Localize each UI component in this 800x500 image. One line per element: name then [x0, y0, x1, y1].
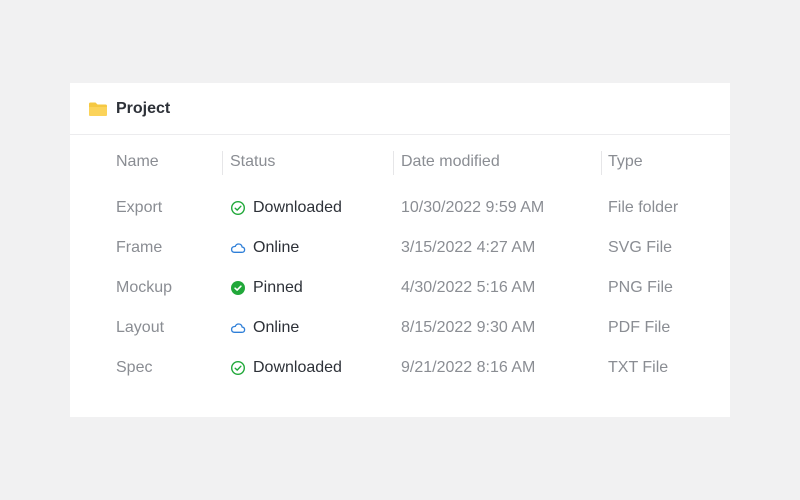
- file-name: Export: [116, 199, 163, 216]
- file-status: Downloaded: [230, 188, 342, 228]
- column-divider[interactable]: [393, 151, 394, 175]
- column-header-status[interactable]: Status: [230, 136, 275, 188]
- table-header-row: Name Status Date modified Type: [70, 136, 730, 188]
- status-label: Downloaded: [253, 359, 342, 376]
- panel-header: Project: [70, 83, 730, 135]
- column-divider[interactable]: [222, 151, 223, 175]
- panel-title: Project: [116, 99, 171, 117]
- check-circle-outline-icon: [230, 360, 246, 376]
- table-row[interactable]: Export Downloaded 10/30/2022 9:59 AM Fil…: [70, 188, 730, 228]
- file-name: Frame: [116, 239, 163, 256]
- date-modified: 3/15/2022 4:27 AM: [401, 239, 536, 256]
- cloud-icon: [230, 240, 246, 256]
- file-status: Downloaded: [230, 348, 342, 388]
- date-modified: 8/15/2022 9:30 AM: [401, 319, 536, 336]
- check-circle-filled-icon: [230, 280, 246, 296]
- column-header-date-modified[interactable]: Date modified: [401, 136, 500, 188]
- column-divider[interactable]: [601, 151, 602, 175]
- cloud-icon: [230, 320, 246, 336]
- file-type: File folder: [608, 199, 679, 216]
- date-modified: 9/21/2022 8:16 AM: [401, 359, 536, 376]
- table-row[interactable]: Frame Online 3/15/2022 4:27 AM SVG File: [70, 228, 730, 268]
- column-header-type[interactable]: Type: [608, 136, 643, 188]
- file-name: Spec: [116, 359, 153, 376]
- table-row[interactable]: Mockup Pinned 4/30/2022 5:16 AM PNG File: [70, 268, 730, 308]
- file-status: Pinned: [230, 268, 303, 308]
- folder-icon: [88, 101, 108, 117]
- status-label: Online: [253, 319, 300, 336]
- status-label: Downloaded: [253, 199, 342, 216]
- file-name: Layout: [116, 319, 165, 336]
- check-circle-outline-icon: [230, 200, 246, 216]
- file-status: Online: [230, 308, 299, 348]
- table-row[interactable]: Spec Downloaded 9/21/2022 8:16 AM TXT Fi…: [70, 348, 730, 388]
- status-label: Pinned: [253, 279, 303, 296]
- file-name: Mockup: [116, 279, 173, 296]
- project-panel: Project Name Status Date modified Type E…: [70, 83, 730, 417]
- file-table: Name Status Date modified Type Export Do…: [70, 136, 730, 388]
- file-type: PNG File: [608, 279, 673, 296]
- status-label: Online: [253, 239, 300, 256]
- file-type: TXT File: [608, 359, 669, 376]
- file-type: SVG File: [608, 239, 673, 256]
- file-status: Online: [230, 228, 299, 268]
- table-row[interactable]: Layout Online 8/15/2022 9:30 AM PDF File: [70, 308, 730, 348]
- date-modified: 4/30/2022 5:16 AM: [401, 279, 536, 296]
- column-header-name[interactable]: Name: [116, 136, 159, 188]
- file-type: PDF File: [608, 319, 671, 336]
- date-modified: 10/30/2022 9:59 AM: [401, 199, 545, 216]
